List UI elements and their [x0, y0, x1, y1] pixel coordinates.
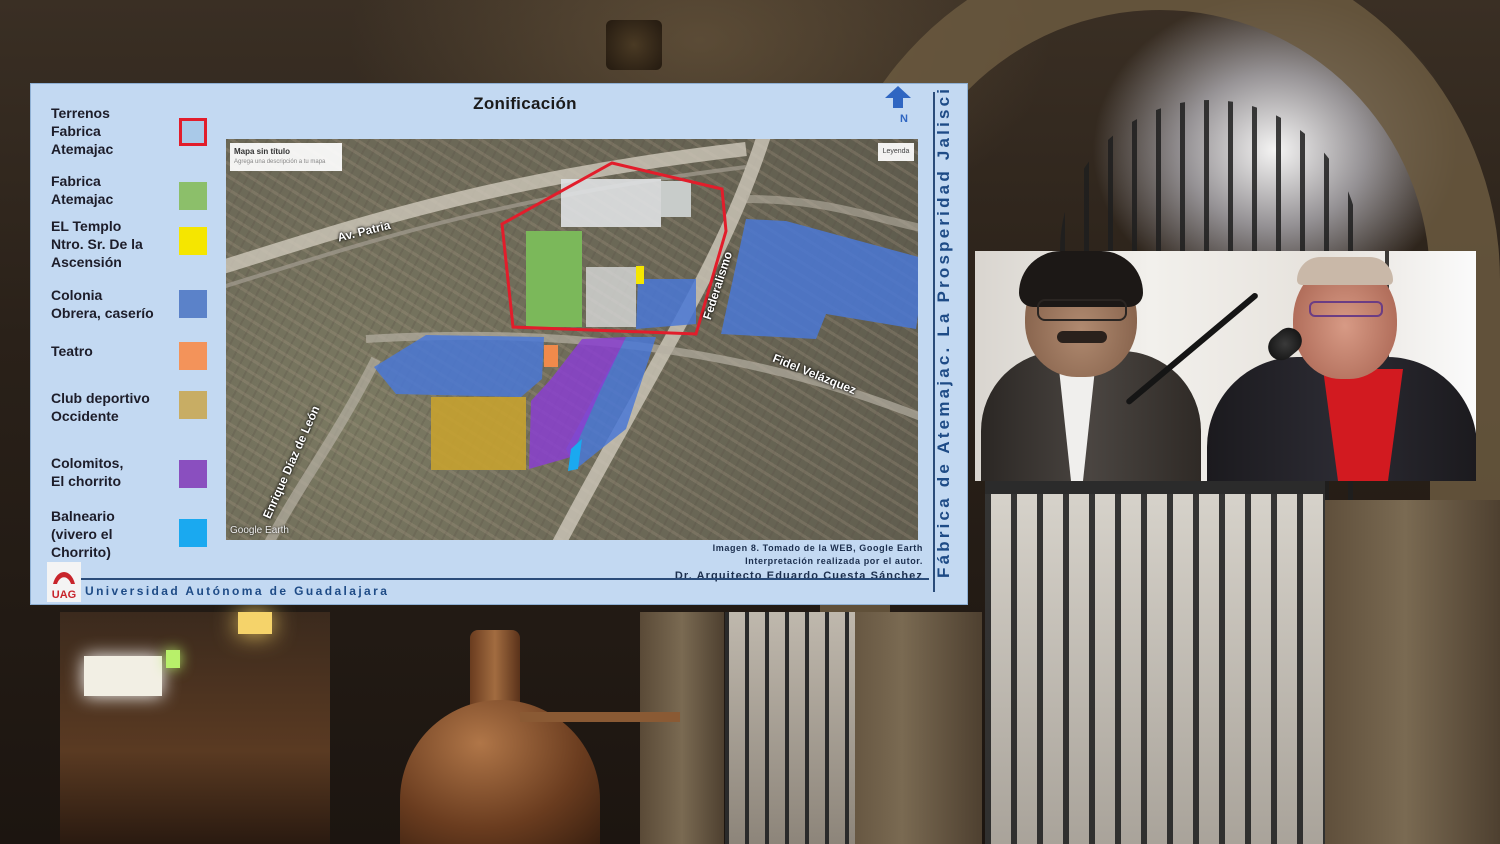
university-name: Universidad Autónoma de Guadalajara — [85, 584, 390, 598]
zone-teatro — [544, 345, 558, 367]
green-light — [166, 650, 180, 668]
legend-swatch — [179, 391, 207, 419]
copper-pipe — [520, 712, 680, 722]
legend-swatch — [179, 290, 207, 318]
footer-rule — [81, 578, 929, 580]
uag-logo-icon: UAG — [47, 562, 81, 602]
legend-swatch — [179, 182, 207, 210]
brick-tunnel — [60, 612, 330, 844]
legend-label: Terrenos Fabrica Atemajac — [51, 105, 114, 157]
factory-buildings-2 — [586, 267, 636, 327]
map-card-subtitle: Agrega una descripción a tu mapa — [234, 159, 326, 165]
credit-line-1: Imagen 8. Tomado de la WEB, Google Earth — [712, 543, 923, 553]
legend-label: Club deportivo Occidente — [51, 390, 150, 424]
map-overlay — [226, 139, 918, 540]
factory-building-3 — [661, 181, 691, 217]
iron-gate-small — [725, 612, 855, 844]
presentation-slide: Zonificación N Terrenos Fabrica Atemajac… — [30, 83, 968, 605]
legend-swatch — [179, 342, 207, 370]
vertical-title: Fábrica de Atemajac. La Prosperidad Jali… — [934, 88, 953, 578]
ceiling-lamp — [606, 20, 662, 70]
tunnel-window — [84, 656, 162, 696]
zone-colonia-2 — [721, 219, 918, 339]
zone-colonia-3 — [374, 335, 544, 397]
credit-author: Dr. Arquitecto Eduardo Cuesta Sánchez — [674, 570, 923, 582]
image-credit: Imagen 8. Tomado de la WEB, Google Earth… — [603, 542, 923, 583]
speaker-left-glasses — [1037, 299, 1127, 321]
credit-line-2: Interpretación realizada por el autor. — [745, 556, 923, 566]
legend-swatch — [179, 118, 207, 146]
zone-fabrica — [526, 231, 582, 327]
zone-colonia-1 — [636, 279, 696, 329]
wall-lamp — [238, 612, 272, 634]
map-watermark: Google Earth — [230, 525, 289, 536]
legend-label: EL Templo Ntro. Sr. De la Ascensión — [51, 218, 143, 270]
legend-label: Fabrica Atemajac — [51, 173, 114, 207]
factory-buildings — [561, 179, 661, 227]
north-label: N — [900, 113, 908, 124]
legend-swatch — [179, 460, 207, 488]
map-legend-button[interactable]: Leyenda — [878, 143, 914, 161]
legend-label: Teatro — [51, 343, 93, 359]
map-card-title: Mapa sin título — [234, 147, 290, 156]
iron-gate — [985, 480, 1325, 844]
legend-label: Colonia Obrera, caserío — [51, 287, 154, 321]
copper-still-neck — [470, 630, 520, 710]
map-info-card: Mapa sin título Agrega una descripción a… — [230, 143, 342, 171]
legend-label: Colomitos, El chorrito — [51, 455, 124, 489]
slide-title: Zonificación — [473, 94, 577, 113]
uag-logo-text: UAG — [52, 589, 76, 601]
speaker-right-glasses — [1309, 301, 1383, 317]
legend-label: Balneario (vivero el Chorrito) — [51, 508, 115, 560]
video-call-feed — [975, 251, 1476, 481]
zone-templo — [636, 266, 644, 284]
zoning-map: Av. Patria Federalismo Fidel Velázquez E… — [226, 139, 918, 540]
road-enrique-diaz — [265, 356, 381, 540]
stone-column — [640, 612, 724, 844]
legend-swatch — [179, 519, 207, 547]
stone-pillar-right — [1310, 500, 1500, 844]
legend-swatch — [179, 227, 207, 255]
zone-club — [431, 397, 526, 470]
speaker-right-hair — [1297, 257, 1393, 285]
north-arrow-icon: N — [885, 86, 911, 124]
speaker-left-moustache — [1057, 331, 1107, 343]
